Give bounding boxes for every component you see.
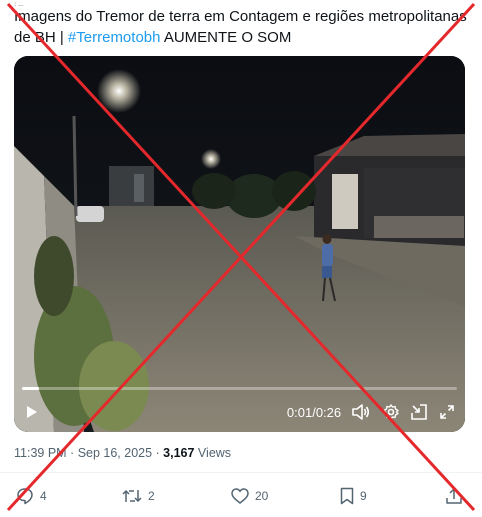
- divider: [0, 472, 482, 473]
- action-bar: 4 2 20 9: [0, 484, 482, 508]
- tweet-date[interactable]: Sep 16, 2025: [78, 446, 152, 460]
- play-icon: [27, 406, 37, 418]
- video-frame: [14, 56, 465, 432]
- repost-icon: [122, 489, 142, 503]
- video-progress-fill: [22, 387, 40, 390]
- like-button[interactable]: 20: [231, 484, 268, 508]
- bookmark-count: 9: [360, 489, 367, 503]
- repost-count: 2: [148, 489, 155, 503]
- meta-separator: ·: [152, 446, 164, 460]
- current-time: 0:01: [286, 404, 313, 420]
- play-button[interactable]: [22, 401, 42, 423]
- fullscreen-icon: [440, 405, 454, 419]
- video-progress-bar[interactable]: [22, 387, 457, 390]
- share-button[interactable]: [445, 484, 463, 508]
- volume-button[interactable]: [350, 401, 372, 423]
- bookmark-icon: [340, 487, 354, 505]
- bookmark-button[interactable]: 9: [340, 484, 367, 508]
- views-count: 3,167: [163, 446, 195, 460]
- settings-button[interactable]: [380, 401, 402, 423]
- fullscreen-button[interactable]: [436, 401, 458, 423]
- tweet-meta: 11:39 PM · Sep 16, 2025 · 3,167 Views: [14, 446, 231, 460]
- tweet-text-part2: AUMENTE O SOM: [160, 29, 292, 46]
- video-time: 0:01 / 0:26: [282, 401, 346, 423]
- reply-button[interactable]: 4: [16, 484, 47, 508]
- reply-count: 4: [40, 489, 47, 503]
- video-player[interactable]: 0:01 / 0:26: [14, 56, 465, 432]
- reply-icon: [17, 488, 33, 505]
- repost-button[interactable]: 2: [122, 484, 155, 508]
- views-label: Views: [194, 446, 232, 460]
- tweet-time[interactable]: 11:39 PM: [14, 446, 67, 460]
- hashtag-link[interactable]: #Terremotobh: [68, 29, 161, 46]
- meta-separator: ·: [66, 446, 78, 460]
- pip-icon: [411, 404, 427, 420]
- tweet-text: Imagens do Tremor de terra em Contagem e…: [14, 6, 474, 48]
- like-count: 20: [255, 489, 269, 503]
- heart-icon: [231, 488, 249, 504]
- share-icon: [446, 488, 462, 504]
- settings-icon: [383, 404, 399, 420]
- pip-button[interactable]: [408, 401, 430, 423]
- duration: 0:26: [315, 404, 342, 420]
- volume-icon: [352, 404, 370, 420]
